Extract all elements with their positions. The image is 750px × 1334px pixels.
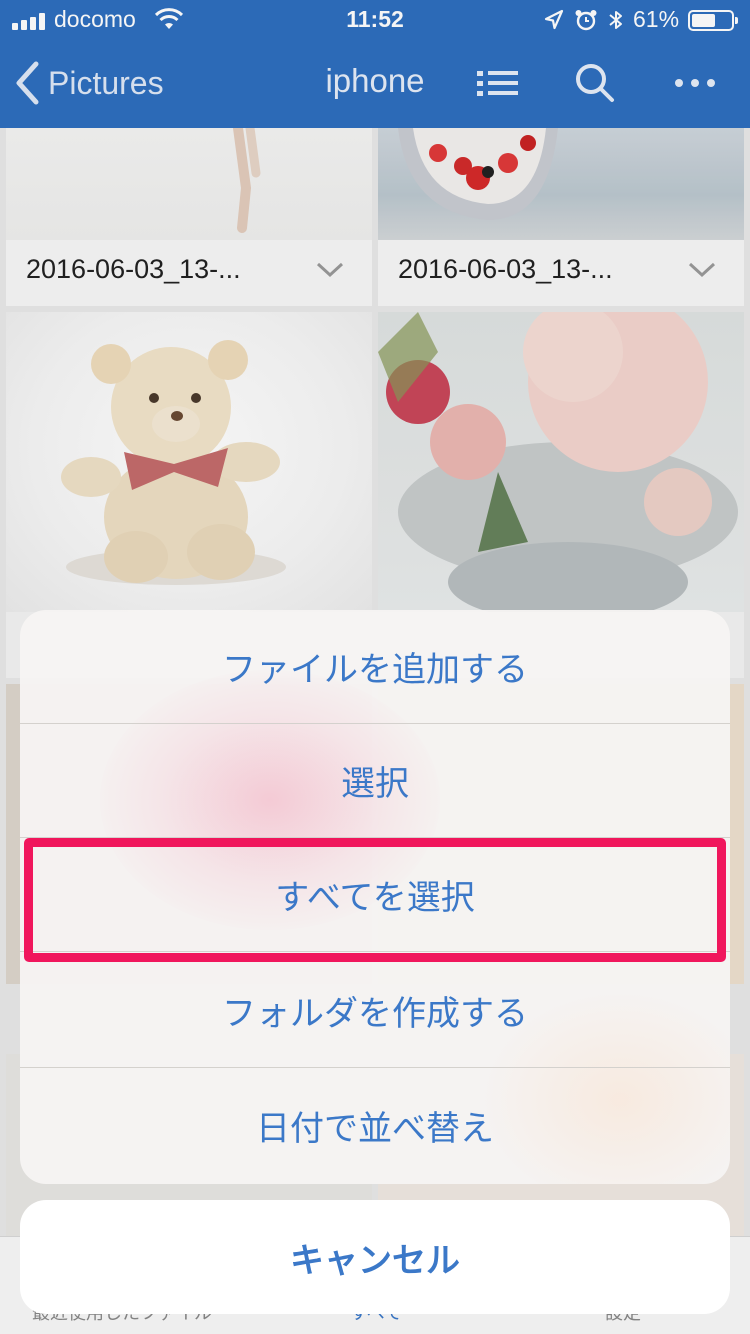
select-all-button[interactable]: すべてを選択: [20, 838, 730, 952]
cancel-button[interactable]: キャンセル: [20, 1200, 730, 1314]
select-button[interactable]: 選択: [20, 724, 730, 838]
create-folder-button[interactable]: フォルダを作成する: [20, 954, 730, 1068]
sort-by-date-button[interactable]: 日付で並べ替え: [20, 1068, 730, 1182]
add-file-button[interactable]: ファイルを追加する: [20, 610, 730, 724]
action-sheet: ファイルを追加する 選択 すべてを選択 フォルダを作成する 日付で並べ替え: [20, 610, 730, 1184]
